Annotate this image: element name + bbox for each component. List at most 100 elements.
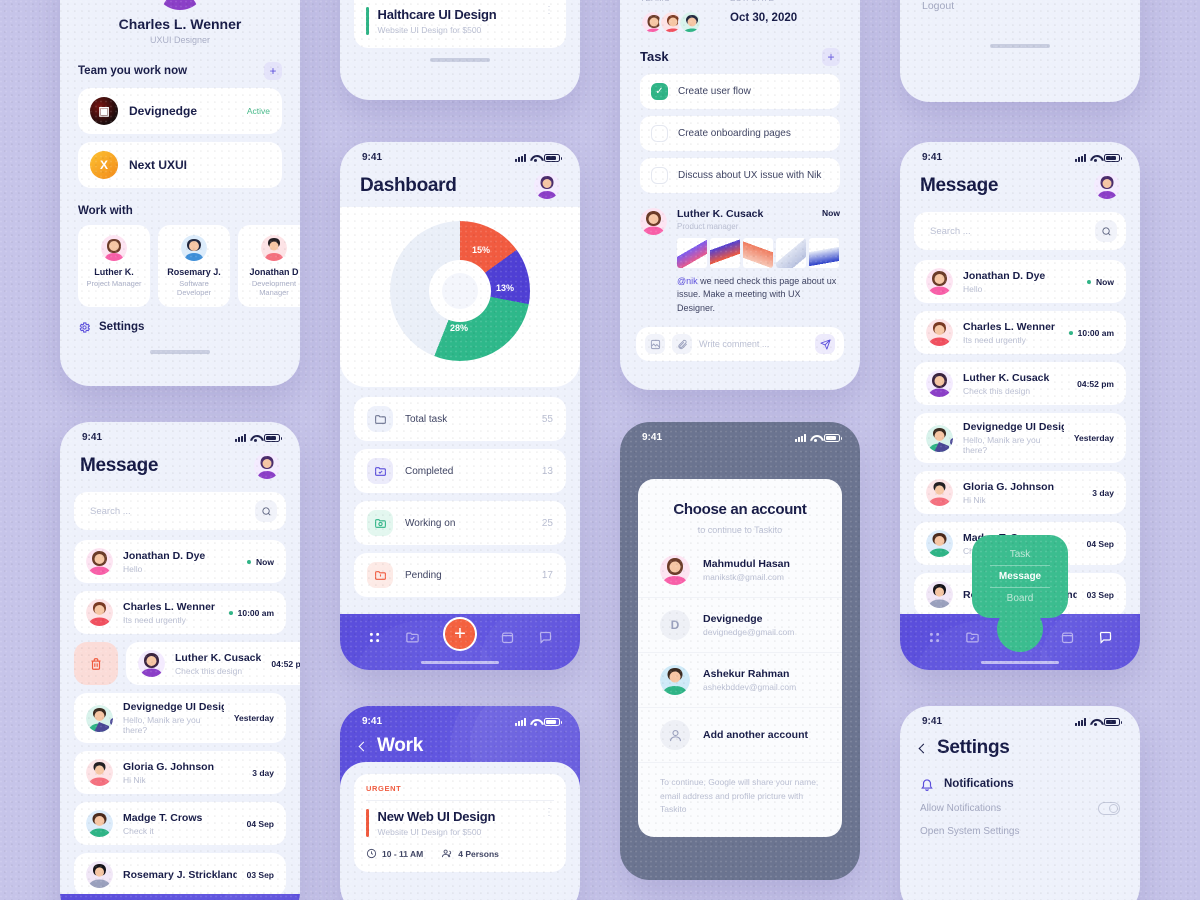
avatar[interactable] xyxy=(1094,173,1120,199)
date-label: EST. DATE xyxy=(730,0,840,3)
message-thread-row[interactable]: Jonathan D. Dye Hello Now xyxy=(914,260,1126,303)
back-icon[interactable] xyxy=(358,741,369,751)
comment-input-bar[interactable]: Write comment ... xyxy=(636,327,844,362)
popup-item-task[interactable]: Task xyxy=(972,544,1068,565)
stat-value: 13 xyxy=(541,465,553,477)
stat-row-completed[interactable]: Completed 13 xyxy=(354,449,566,493)
settings-link[interactable]: Settings xyxy=(78,321,282,334)
battery-icon xyxy=(264,433,282,442)
stat-row-working-on[interactable]: Working on 25 xyxy=(354,501,566,545)
message-thread-row-swiped[interactable]: Luther K. Cusack Check this design 04:52 … xyxy=(74,642,300,685)
bottom-navigation: + xyxy=(340,604,580,670)
settings-row-allow-notifications[interactable]: Allow Notifications xyxy=(900,791,1140,815)
avatar[interactable] xyxy=(254,453,280,479)
task-item[interactable]: ✓ Create user flow xyxy=(640,73,840,109)
work-card-urgent[interactable]: URGENT New Web UI Design Website UI Desi… xyxy=(354,774,566,872)
checkbox[interactable] xyxy=(651,124,668,142)
team-item-next-uxui[interactable]: X Next UXUI xyxy=(78,142,282,188)
thread-preview: Hello, Manik are you there? xyxy=(123,715,201,735)
message-thread-row[interactable]: Charles L. Wenner Its need urgently 10:00… xyxy=(914,311,1126,354)
coworker-card[interactable]: Luther K. Project Manager xyxy=(78,225,150,307)
stat-label: Total task xyxy=(405,413,448,425)
account-name: Mahmudul Hasan xyxy=(703,558,790,570)
coworker-card[interactable]: Jonathan D Development Manager xyxy=(238,225,300,307)
message-thread-row[interactable]: Luther K. Cusack Check this design 04:52 … xyxy=(914,362,1126,405)
search-icon[interactable] xyxy=(255,500,277,522)
image-attach-icon[interactable] xyxy=(645,334,665,355)
checkbox[interactable] xyxy=(651,166,668,184)
back-icon[interactable] xyxy=(918,743,929,753)
search-icon[interactable] xyxy=(1095,220,1117,242)
status-time: 9:41 xyxy=(82,432,103,443)
message-thread-row[interactable]: +3 Devignedge UI Design T. Hello, Manik a… xyxy=(74,693,286,743)
message-thread-row[interactable]: Gloria G. Johnson Hi Nik 3 day xyxy=(914,471,1126,514)
nav-folder-check-icon[interactable] xyxy=(405,630,420,645)
nav-chat-icon[interactable] xyxy=(1098,630,1113,645)
coworker-card[interactable]: Rosemary J. Software Developer xyxy=(158,225,230,307)
search-bar[interactable]: Search ... xyxy=(74,492,286,530)
checkbox-checked[interactable]: ✓ xyxy=(651,82,668,100)
nav-board-icon[interactable] xyxy=(500,630,515,645)
nav-folder-check-icon[interactable] xyxy=(965,630,980,645)
avatar[interactable] xyxy=(534,173,560,199)
account-row[interactable]: Ashekur Rahman ashekbddev@gmail.com xyxy=(638,653,842,708)
message-thread-row[interactable]: Charles L. Wenner Its need urgently 10:00… xyxy=(74,591,286,634)
search-bar[interactable]: Search ... xyxy=(914,212,1126,250)
stat-row-pending[interactable]: Pending 17 xyxy=(354,553,566,597)
comment-attachment-thumbnails[interactable] xyxy=(677,237,840,268)
work-card-running[interactable]: RUNNING Halthcare UI Design Website UI D… xyxy=(354,0,566,48)
nav-board-icon[interactable] xyxy=(1060,630,1075,645)
donut-label-working: 28% xyxy=(450,323,469,333)
notifications-toggle[interactable] xyxy=(1098,802,1120,815)
stat-value: 25 xyxy=(541,517,553,529)
search-input[interactable]: Search ... xyxy=(930,226,1095,237)
team-name: Next UXUI xyxy=(129,158,188,172)
task-item[interactable]: Discuss about UX issue with Nik xyxy=(640,157,840,193)
nav-grid-icon[interactable] xyxy=(367,630,382,645)
nav-grid-icon[interactable] xyxy=(927,630,942,645)
message-thread-row[interactable]: Jonathan D. Dye Hello Now xyxy=(74,540,286,583)
delete-icon[interactable] xyxy=(74,642,118,685)
add-task-button[interactable]: + xyxy=(822,47,840,66)
search-input[interactable]: Search ... xyxy=(90,506,255,517)
person-icon xyxy=(660,720,690,750)
add-team-button[interactable]: + xyxy=(264,62,282,80)
home-indicator xyxy=(981,661,1059,664)
menu-sheet-panel: Report a Bug Logout xyxy=(900,0,1140,102)
paperclip-icon[interactable] xyxy=(672,334,692,355)
message-thread-row[interactable]: Gloria G. Johnson Hi Nik 3 day xyxy=(74,751,286,794)
menu-item-logout[interactable]: Logout xyxy=(900,0,1140,22)
task-item[interactable]: Create onboarding pages xyxy=(640,115,840,151)
thread-name: Devignedge UI Design T. xyxy=(963,421,1064,433)
thread-preview: Check this design xyxy=(175,665,243,676)
popup-item-board[interactable]: Board xyxy=(972,588,1068,609)
message-thread-row[interactable]: Luther K. Cusack Check this design 04:52 … xyxy=(126,642,300,685)
coworker-name: Jonathan D xyxy=(249,267,299,277)
status-bar: 9:41 xyxy=(900,706,1140,731)
avatar xyxy=(926,479,953,506)
settings-row-label: Allow Notifications xyxy=(920,803,1002,814)
popup-item-message[interactable]: Message xyxy=(972,566,1068,587)
more-options-icon[interactable]: ⋮ xyxy=(544,808,554,818)
work-card-title: New Web UI Design xyxy=(377,809,496,824)
comment-avatar xyxy=(640,207,667,235)
add-button[interactable]: + xyxy=(442,617,477,651)
mention[interactable]: @nik xyxy=(677,276,698,286)
bottom-navigation xyxy=(60,884,300,900)
nav-chat-icon[interactable] xyxy=(538,630,553,645)
dashboard-header: Dashboard xyxy=(340,167,580,199)
comment-input[interactable]: Write comment ... xyxy=(699,339,769,349)
wifi-icon xyxy=(1090,718,1100,726)
stat-label: Working on xyxy=(405,517,456,529)
status-time: 9:41 xyxy=(642,432,663,443)
add-account-row[interactable]: Add another account xyxy=(638,708,842,763)
team-item-devignedge[interactable]: ▣ Devignedge Active xyxy=(78,88,282,134)
send-icon[interactable] xyxy=(815,334,835,355)
message-thread-row[interactable]: Madge T. CrowsCheck it 04 Sep xyxy=(74,802,286,845)
account-row[interactable]: Mahmudul Hasan manikstk@gmail.com xyxy=(638,543,842,598)
account-row[interactable]: D Devignedge devignedge@gmail.com xyxy=(638,598,842,653)
stat-row-total-task[interactable]: Total task 55 xyxy=(354,397,566,441)
more-options-icon[interactable]: ⋮ xyxy=(544,6,554,16)
settings-row-open-system-settings[interactable]: Open System Settings xyxy=(900,815,1140,837)
message-thread-row[interactable]: +3 Devignedge UI Design T. Hello, Manik a… xyxy=(914,413,1126,463)
